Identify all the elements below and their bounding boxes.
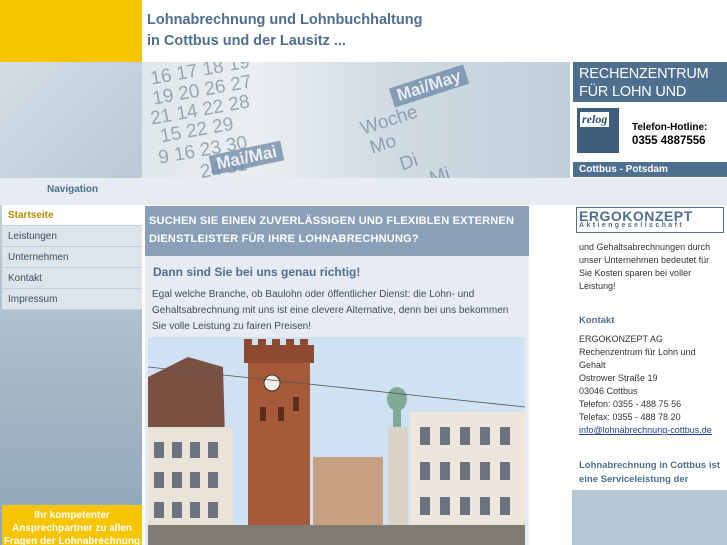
right-footer-heading: Lohnabrechnung in Cottbus ist eine Servi…	[579, 459, 720, 487]
sidebar-menu: Startseite Leistungen Unternehmen Kontak…	[2, 205, 142, 310]
main-heading-line-1: SUCHEN SIE EINEN ZUVERLÄSSIGEN UND FLEXI…	[149, 215, 515, 227]
relog-logo-text: relog	[580, 112, 610, 127]
main-text-line-1: Egal welche Branche, ob Baulohn oder öff…	[152, 289, 475, 300]
right-intro-line-1: und Gehaltsabrechnungen durch	[579, 242, 711, 252]
city-photo	[148, 337, 525, 545]
contact-company: ERGOKONZEPT AG	[579, 334, 663, 344]
sidebar-item-startseite[interactable]: Startseite	[2, 205, 142, 226]
calendar-banner: 16 17 18 19 19 20 26 27 21 14 22 28 15 2…	[0, 62, 570, 178]
right-footer-line-1: Lohnabrechnung in Cottbus ist	[579, 460, 720, 471]
headline-line-1: Lohnabrechnung und Lohnbuchhaltung	[147, 12, 423, 28]
street	[148, 525, 525, 545]
main-text: Egal welche Branche, ob Baulohn oder öff…	[152, 287, 522, 335]
right-intro-line-4: Leistung!	[579, 281, 616, 291]
right-intro: und Gehaltsabrechnungen durch unser Unte…	[579, 241, 725, 293]
main-heading: SUCHEN SIE EINEN ZUVERLÄSSIGEN UND FLEXI…	[145, 206, 529, 256]
green-dome	[387, 387, 407, 411]
contact-email-link[interactable]: info@lohnabrechnung-cottbus.de	[579, 424, 725, 437]
contact-city: 03046 Cottbus	[579, 386, 638, 396]
tower-crown	[244, 345, 314, 363]
sidebar-item-kontakt[interactable]: Kontakt	[2, 268, 142, 289]
tower-window-3	[293, 397, 299, 411]
sidebar-item-impressum[interactable]: Impressum	[2, 289, 142, 310]
sidebar-item-leistungen[interactable]: Leistungen	[2, 226, 142, 247]
brand-heading: RECHENZENTRUM FÜR LOHN UND GEHALT	[573, 62, 727, 118]
right-intro-line-3: Sie Kosten sparen bei voller	[579, 268, 692, 278]
hotline-label: Telefon-Hotline:	[632, 122, 708, 133]
navigation-title: Navigation	[47, 184, 99, 195]
contact-heading: Kontakt	[579, 315, 615, 326]
main-heading-line-2: DIENSTLEISTER FÜR IHRE LOHNABRECHNUNG?	[149, 233, 419, 245]
ergokonzept-logo-sub: Aktiengesellschaft	[579, 222, 685, 229]
calendar-weekday-3: Di	[397, 149, 421, 176]
sidebar-callout-line-2: Ansprechpartner zu allen	[11, 523, 133, 534]
right-column-footer-band	[572, 490, 727, 545]
main-text-line-2: Gehaltsabrechnung mit uns ist eine cleve…	[152, 305, 509, 316]
main-text-line-3: Sie volle Leistung zu fairen Preisen!	[152, 321, 311, 332]
contact-phone: Telefon: 0355 - 488 75 56	[579, 399, 682, 409]
tower-window-2	[278, 407, 284, 421]
calendar-month-band-2: Mai/May	[388, 64, 470, 108]
relog-logo: relog	[577, 108, 619, 153]
contact-line-3: Gehalt	[579, 360, 606, 370]
sidebar-callout-line-3: Fragen der Lohnabrechnung	[3, 536, 141, 545]
sidebar-callout: Ihr kompetenter Ansprechpartner zu allen…	[2, 505, 142, 545]
contact-line-2: Rechenzentrum für Lohn und	[579, 347, 696, 357]
hotline-number: 0355 4887556	[632, 135, 706, 147]
city-bar: Cottbus - Potsdam	[573, 162, 727, 177]
headline-line-2: in Cottbus und der Lausitz ...	[147, 33, 346, 49]
sidebar-item-unternehmen[interactable]: Unternehmen	[2, 247, 142, 268]
banner-left-panel	[0, 62, 142, 178]
right-footer-line-2: eine Serviceleistung der	[579, 474, 689, 485]
city-photo-graphic	[148, 337, 525, 545]
main-title: Dann sind Sie bei uns genau richtig!	[153, 265, 361, 279]
right-intro-line-2: unser Unternehmen bedeutet für	[579, 255, 710, 265]
ergokonzept-logo: ERGOKONZEPT Aktiengesellschaft	[576, 207, 724, 233]
contact-block: ERGOKONZEPT AG Rechenzentrum für Lohn un…	[579, 333, 725, 437]
page-headline: Lohnabrechnung und Lohnbuchhaltung in Co…	[147, 10, 422, 52]
header-yellow-block	[0, 0, 142, 62]
tower-window-1	[260, 407, 266, 421]
navigation-strip	[0, 178, 727, 205]
contact-street: Ostrower Straße 19	[579, 373, 658, 383]
tower-clock	[263, 374, 281, 392]
brand-heading-line-1: RECHENZENTRUM	[579, 66, 709, 82]
contact-fax: Telefax: 0355 - 488 78 20	[579, 412, 681, 422]
sidebar-callout-line-1: Ihr kompetenter	[34, 510, 110, 521]
calendar-weekday-4: Mi	[427, 163, 453, 178]
